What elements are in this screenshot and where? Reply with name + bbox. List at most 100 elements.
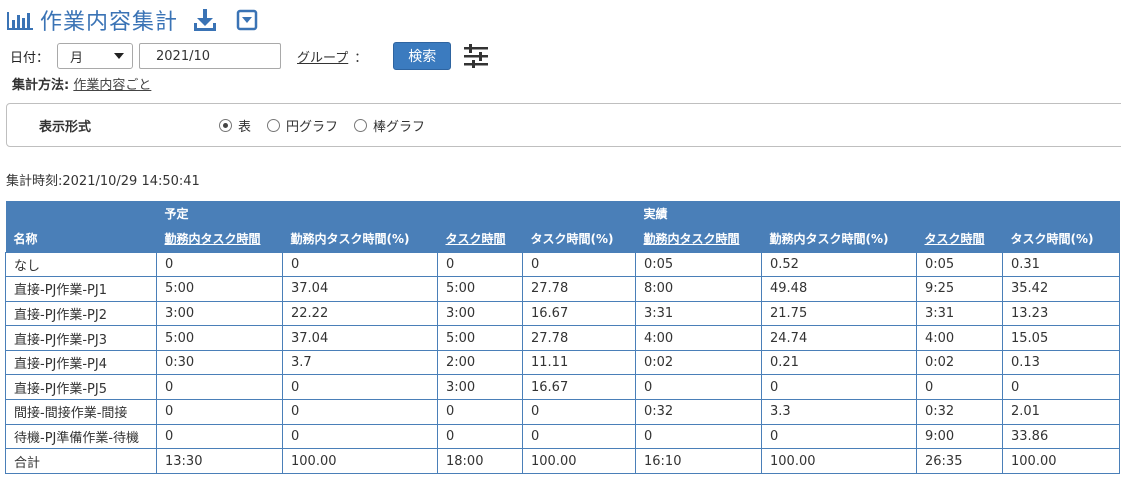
row-name-cell: 直接-PJ作業-PJ4 xyxy=(5,349,157,376)
row-value-cell: 0 xyxy=(761,374,917,401)
row-value-cell: 0 xyxy=(437,423,523,450)
group-header-row: 予定 実績 xyxy=(5,201,1120,225)
row-value-cell: 0.31 xyxy=(1002,251,1120,278)
radio-table[interactable]: 表 xyxy=(219,116,251,135)
row-value-cell: 0:02 xyxy=(916,349,1003,376)
row-value-cell: 0 xyxy=(156,251,283,278)
column-header-actual-work-task-time[interactable]: 勤務内タスク時間 xyxy=(635,225,762,252)
header-blank xyxy=(5,201,157,225)
search-button[interactable]: 検索 xyxy=(393,42,452,70)
row-value-cell: 21.75 xyxy=(761,300,917,327)
group-header-actual: 実績 xyxy=(635,201,762,225)
row-value-cell: 0 xyxy=(282,251,438,278)
row-value-cell: 5:00 xyxy=(437,325,523,351)
row-value-cell: 27.78 xyxy=(522,276,636,302)
column-header-actual-task-time[interactable]: タスク時間 xyxy=(916,225,1003,252)
group-link[interactable]: グループ xyxy=(297,47,348,66)
row-value-cell: 35.42 xyxy=(1002,276,1120,302)
row-value-cell: 15.05 xyxy=(1002,325,1120,351)
summary-table: 予定 実績 名称 勤務内タスク時間 勤務内タスク時間(%) タスク時間 タスク時… xyxy=(5,201,1120,474)
row-value-cell: 100.00 xyxy=(761,448,917,474)
method-label: 集計方法: xyxy=(12,78,70,93)
row-value-cell: 0 xyxy=(761,423,917,450)
row-value-cell: 24.74 xyxy=(761,325,917,351)
display-format-label: 表示形式 xyxy=(39,120,92,135)
table-row: 直接-PJ作業-PJ1 5:00 37.04 5:00 27.78 8:00 49.48 9:… xyxy=(5,276,1120,302)
table-row: 直接-PJ作業-PJ4 0:30 3.7 2:00 11.11 0:02 0.21 0:02 0… xyxy=(5,349,1120,376)
row-value-cell: 2:00 xyxy=(437,349,523,376)
download-icon[interactable] xyxy=(192,7,218,33)
row-value-cell: 0 xyxy=(156,374,283,401)
row-value-cell: 33.86 xyxy=(1002,423,1120,450)
row-value-cell: 0.21 xyxy=(761,349,917,376)
row-name-cell: 合計 xyxy=(5,448,157,474)
date-input[interactable]: 2021/10 xyxy=(139,43,282,69)
column-header-actual-task-pct: タスク時間(%) xyxy=(1002,225,1120,252)
row-value-cell: 0 xyxy=(282,399,438,425)
row-value-cell: 49.48 xyxy=(761,276,917,302)
row-value-cell: 11.11 xyxy=(522,349,636,376)
column-header-actual-work-task-pct: 勤務内タスク時間(%) xyxy=(761,225,917,252)
row-value-cell: 13.23 xyxy=(1002,300,1120,327)
table-row: 待機-PJ準備作業-待機 0 0 0 0 0 0 9:00 33.86 xyxy=(5,423,1120,450)
row-value-cell: 4:00 xyxy=(916,325,1003,351)
row-name-cell: 直接-PJ作業-PJ1 xyxy=(5,276,157,302)
row-value-cell: 8:00 xyxy=(635,276,762,302)
row-value-cell: 5:00 xyxy=(156,276,283,302)
column-header-plan-work-task-time[interactable]: 勤務内タスク時間 xyxy=(156,225,283,252)
row-value-cell: 100.00 xyxy=(282,448,438,474)
row-value-cell: 5:00 xyxy=(437,276,523,302)
table-row: なし 0 0 0 0 0:05 0.52 0:05 0.31 xyxy=(5,251,1120,278)
row-value-cell: 0.13 xyxy=(1002,349,1120,376)
settings-sliders-icon[interactable] xyxy=(463,44,489,68)
row-value-cell: 3:00 xyxy=(156,300,283,327)
period-select[interactable]: 月 xyxy=(57,43,134,69)
row-value-cell: 0 xyxy=(522,399,636,425)
group-colon: ： xyxy=(354,50,368,66)
total-row: 合計 13:30 100.00 18:00 100.00 16:10 100.00 26:35… xyxy=(5,448,1120,474)
radio-icon[interactable] xyxy=(219,119,232,132)
aggregation-timestamp: 集計時刻:2021/10/29 14:50:41 xyxy=(6,174,200,189)
row-value-cell: 0:30 xyxy=(156,349,283,376)
row-value-cell: 0 xyxy=(522,251,636,278)
row-name-cell: 間接-間接作業-間接 xyxy=(5,399,157,425)
row-value-cell: 0 xyxy=(156,423,283,450)
row-value-cell: 4:00 xyxy=(635,325,762,351)
table-row: 直接-PJ作業-PJ3 5:00 37.04 5:00 27.78 4:00 24.74 4:… xyxy=(5,325,1120,351)
row-value-cell: 27.78 xyxy=(522,325,636,351)
filter-row: 日付： 月 2021/10 グループ ： 検索 xyxy=(10,42,489,70)
table-body: なし 0 0 0 0 0:05 0.52 0:05 0.31 直接-PJ作業-PJ1 5:00 37.… xyxy=(5,251,1120,474)
radio-icon[interactable] xyxy=(354,119,368,132)
dropdown-icon[interactable] xyxy=(236,9,258,31)
row-value-cell: 0 xyxy=(282,374,438,401)
row-value-cell: 2.01 xyxy=(1002,399,1120,425)
row-value-cell: 3:31 xyxy=(916,300,1003,327)
row-value-cell: 100.00 xyxy=(1002,448,1120,474)
radio-icon[interactable] xyxy=(267,119,281,132)
column-header-plan-task-time[interactable]: タスク時間 xyxy=(437,225,523,252)
row-value-cell: 0:02 xyxy=(635,349,762,376)
row-value-cell: 5:00 xyxy=(156,325,283,351)
column-header-row: 名称 勤務内タスク時間 勤務内タスク時間(%) タスク時間 タスク時間(%) 勤… xyxy=(5,225,1120,252)
radio-pie-chart[interactable]: 円グラフ xyxy=(267,116,338,135)
row-value-cell: 100.00 xyxy=(522,448,636,474)
row-value-cell: 0:05 xyxy=(916,251,1003,278)
date-value: 2021/10 xyxy=(156,48,211,64)
row-value-cell: 26:35 xyxy=(916,448,1003,474)
aggregation-method: 集計方法: 作業内容ごと xyxy=(12,74,151,93)
method-value[interactable]: 作業内容ごと xyxy=(73,78,151,93)
display-format-options: 表 円グラフ 棒グラフ xyxy=(219,116,441,135)
row-value-cell: 0 xyxy=(437,251,523,278)
row-name-cell: 待機-PJ準備作業-待機 xyxy=(5,423,157,450)
row-value-cell: 9:00 xyxy=(916,423,1003,450)
row-value-cell: 0 xyxy=(437,399,523,425)
radio-bar-chart[interactable]: 棒グラフ xyxy=(354,116,425,135)
row-value-cell: 3:00 xyxy=(437,374,523,401)
row-value-cell: 0 xyxy=(1002,374,1120,401)
radio-bar-label: 棒グラフ xyxy=(373,120,426,135)
row-value-cell: 3:31 xyxy=(635,300,762,327)
table-row: 直接-PJ作業-PJ5 0 0 3:00 16.67 0 0 0 0 xyxy=(5,374,1120,401)
row-value-cell: 18:00 xyxy=(437,448,523,474)
row-value-cell: 16.67 xyxy=(522,374,636,401)
row-value-cell: 0 xyxy=(635,423,762,450)
